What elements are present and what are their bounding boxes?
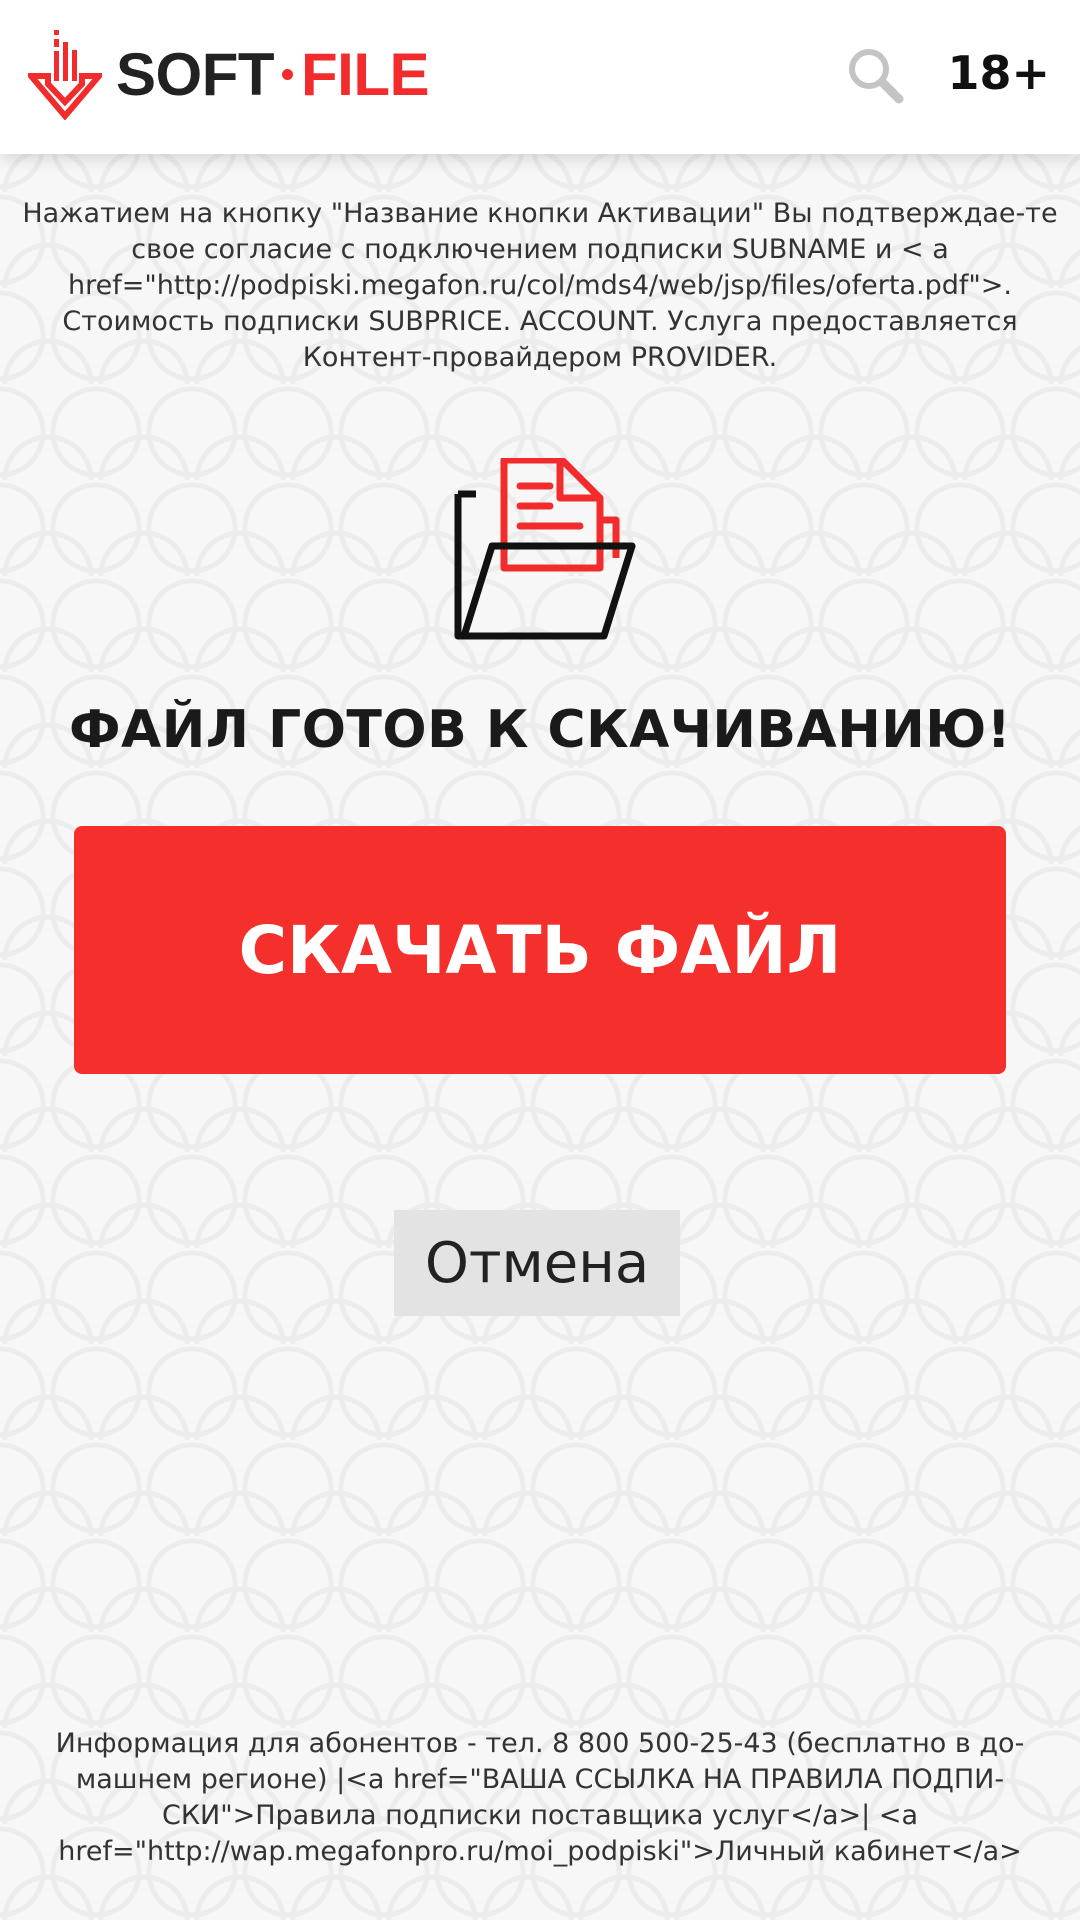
logo-text: SOFT FILE: [116, 40, 430, 109]
folder-document-icon: [454, 458, 636, 640]
download-arrow-icon: [28, 30, 102, 120]
download-file-button[interactable]: СКАЧАТЬ ФАЙЛ: [74, 826, 1006, 1074]
logo-text-file: FILE: [301, 40, 430, 108]
cancel-button[interactable]: Отмена: [394, 1210, 680, 1316]
subscriber-info-footer: Информация для абонентов - тел. 8 800 50…: [55, 1728, 1025, 1867]
file-ready-title: ФАЙЛ ГОТОВ К СКАЧИВАНИЮ!: [68, 700, 1012, 760]
logo[interactable]: SOFT FILE: [28, 28, 430, 120]
logo-text-soft: SOFT: [116, 40, 275, 108]
age-rating-badge: 18+: [947, 46, 1050, 100]
logo-dot: [282, 68, 293, 80]
search-icon[interactable]: [846, 46, 904, 104]
subscription-notice: Нажатием на кнопку "Название кнопки Акти…: [22, 198, 1058, 373]
header: SOFT FILE 18+: [0, 0, 1080, 154]
